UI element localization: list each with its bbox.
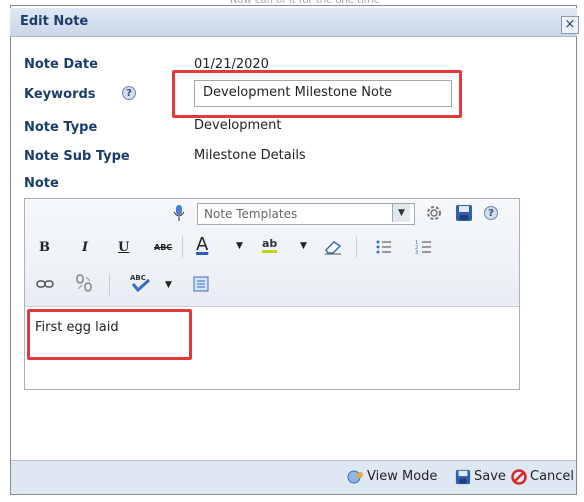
spellcheck-icon[interactable]: ABC <box>128 272 152 296</box>
note-templates-select[interactable]: Note Templates <box>197 203 415 225</box>
cancel-icon <box>511 469 527 489</box>
help-icon[interactable]: ? <box>122 86 136 100</box>
html-view-icon[interactable] <box>193 276 209 296</box>
numbered-list-icon[interactable]: 123 <box>415 238 433 260</box>
keywords-input[interactable]: Development Milestone Note <box>194 80 452 107</box>
note-label: Note <box>24 176 59 191</box>
keywords-label: Keywords <box>24 87 96 102</box>
highlight-dropdown-icon[interactable]: ▼ <box>300 241 307 251</box>
svg-text:ABC: ABC <box>130 274 146 282</box>
gear-icon[interactable] <box>425 204 443 226</box>
cancel-button[interactable]: Cancel <box>530 469 574 484</box>
note-type-value: Development <box>194 118 282 133</box>
link-icon[interactable] <box>36 278 54 294</box>
eraser-icon[interactable] <box>323 238 343 260</box>
note-content-text: First egg laid <box>35 320 119 335</box>
highlight-button[interactable]: ab <box>262 237 278 253</box>
svg-text:3: 3 <box>415 250 418 256</box>
bold-button[interactable]: B <box>39 240 50 255</box>
editor-help-icon[interactable]: ? <box>484 206 498 220</box>
underline-button[interactable]: U <box>118 240 129 255</box>
bullet-list-icon[interactable] <box>375 238 393 260</box>
toolbar-separator <box>109 274 110 296</box>
note-date-label: Note Date <box>24 57 98 72</box>
save-button[interactable]: Save <box>474 469 506 484</box>
dialog-title: Edit Note <box>20 14 89 29</box>
font-color-button[interactable]: A <box>196 234 208 255</box>
view-mode-icon <box>347 469 365 489</box>
close-button[interactable]: × <box>561 16 579 34</box>
unlink-icon[interactable] <box>75 273 93 297</box>
save-icon <box>455 469 471 489</box>
chevron-down-icon[interactable]: ▼ <box>392 204 410 222</box>
strikethrough-button[interactable]: ABC <box>154 243 172 252</box>
view-mode-button[interactable]: View Mode <box>367 469 437 484</box>
spellcheck-dropdown-icon[interactable]: ▼ <box>165 280 172 290</box>
note-type-label: Note Type <box>24 120 98 135</box>
save-icon[interactable] <box>455 204 473 226</box>
font-color-dropdown-icon[interactable]: ▼ <box>236 241 243 251</box>
italic-button[interactable]: I <box>82 240 88 255</box>
microphone-icon[interactable] <box>173 204 185 226</box>
note-sub-type-value: Milestone Details <box>194 148 306 163</box>
toolbar-separator <box>356 236 357 258</box>
dialog-titlebar[interactable] <box>10 8 577 37</box>
toolbar-separator <box>182 236 183 258</box>
note-sub-type-label: Note Sub Type <box>24 149 130 164</box>
